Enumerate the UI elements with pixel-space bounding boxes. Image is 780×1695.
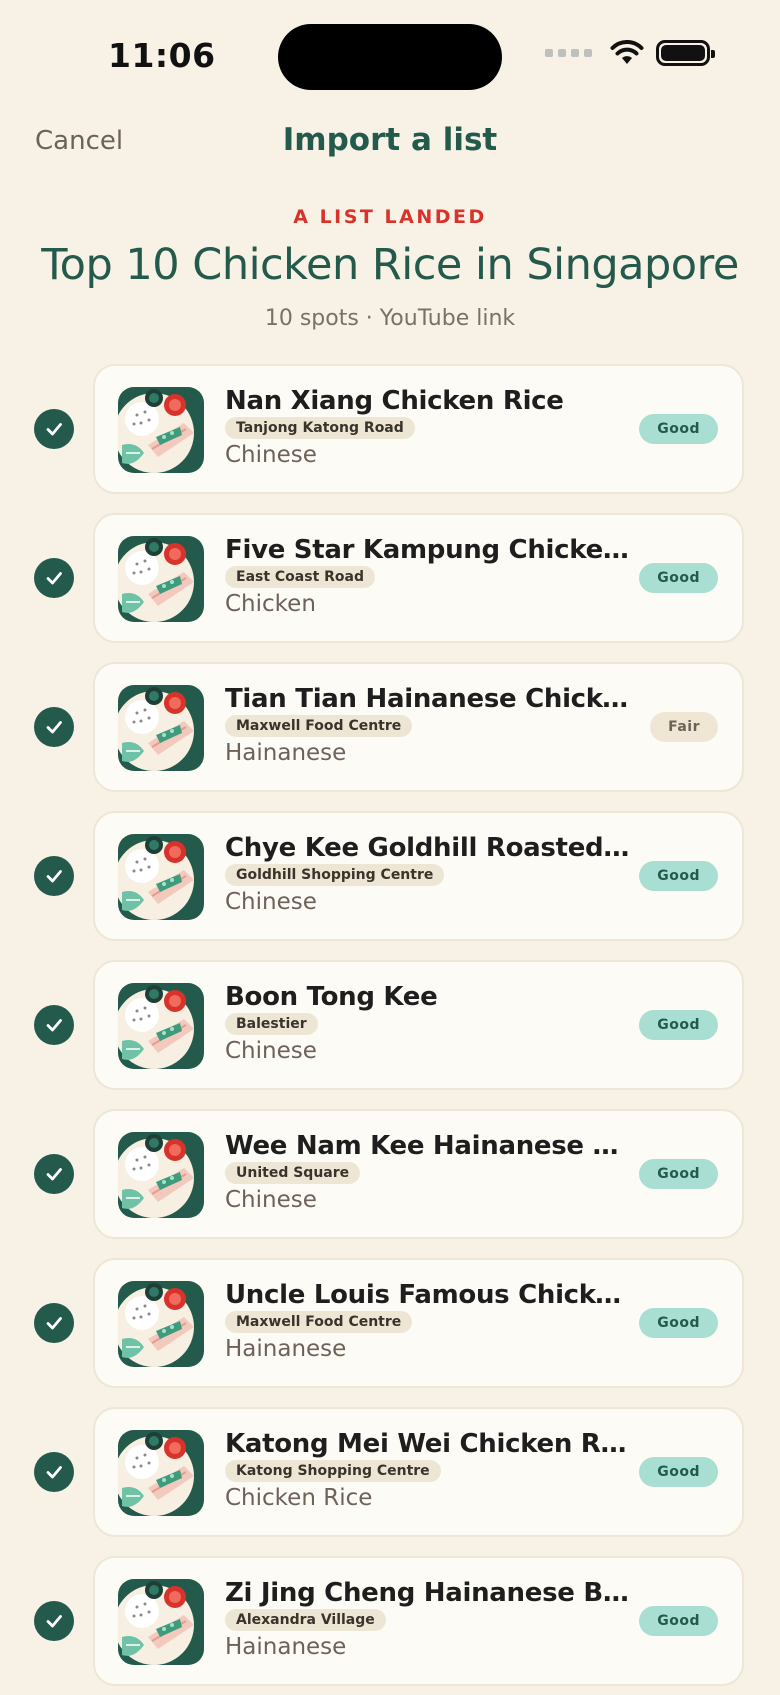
spot-row: Tian Tian Hainanese Chicken R... Maxwell… bbox=[0, 662, 780, 792]
checkmark-circle-icon[interactable] bbox=[34, 1303, 74, 1343]
spot-row: Uncle Louis Famous Chicken R... Maxwell … bbox=[0, 1258, 780, 1388]
spot-row: Wee Nam Kee Hainanese Chic... United Squ… bbox=[0, 1109, 780, 1239]
checkmark-circle-icon[interactable] bbox=[34, 856, 74, 896]
nav-bar: Cancel Import a list bbox=[0, 120, 780, 170]
rating-badge: Good bbox=[639, 1159, 718, 1189]
spot-card[interactable]: Boon Tong Kee Balestier Chinese Good bbox=[93, 960, 744, 1090]
status-icons bbox=[545, 40, 715, 66]
rating-badge: Fair bbox=[650, 712, 718, 742]
chicken-rice-plate-icon bbox=[118, 983, 204, 1069]
spot-name: Boon Tong Kee bbox=[225, 982, 438, 1012]
spot-card[interactable]: Chye Kee Goldhill Roasted Chi... Goldhil… bbox=[93, 811, 744, 941]
spot-row: Zi Jing Cheng Hainanese Bon... Alexandra… bbox=[0, 1556, 780, 1686]
chicken-rice-plate-icon bbox=[118, 1281, 204, 1367]
spot-name: Nan Xiang Chicken Rice bbox=[225, 386, 564, 416]
spot-cuisine: Chinese bbox=[225, 1187, 317, 1213]
spot-cuisine: Hainanese bbox=[225, 1336, 347, 1362]
spot-name: Tian Tian Hainanese Chicken R... bbox=[225, 684, 635, 714]
checkmark-circle-icon[interactable] bbox=[34, 707, 74, 747]
spot-location-chip: Goldhill Shopping Centre bbox=[225, 864, 445, 886]
rating-badge: Good bbox=[639, 414, 718, 444]
list-eyebrow: A LIST LANDED bbox=[293, 206, 487, 228]
spot-name: Zi Jing Cheng Hainanese Bon... bbox=[225, 1578, 635, 1608]
spot-name: Chye Kee Goldhill Roasted Chi... bbox=[225, 833, 635, 863]
spot-row: Nan Xiang Chicken Rice Tanjong Katong Ro… bbox=[0, 364, 780, 494]
spot-row: Boon Tong Kee Balestier Chinese Good bbox=[0, 960, 780, 1090]
rating-badge: Good bbox=[639, 1457, 718, 1487]
spot-location-chip: East Coast Road bbox=[225, 566, 376, 588]
spot-name: Katong Mei Wei Chicken Rice bbox=[225, 1429, 635, 1459]
spot-cuisine: Chicken Rice bbox=[225, 1485, 373, 1511]
spot-name: Uncle Louis Famous Chicken R... bbox=[225, 1280, 635, 1310]
rating-badge: Good bbox=[639, 1010, 718, 1040]
list-title: Top 10 Chicken Rice in Singapore bbox=[41, 240, 739, 290]
spot-location-chip: Tanjong Katong Road bbox=[225, 417, 415, 439]
chicken-rice-plate-icon bbox=[118, 834, 204, 920]
spot-location-chip: Balestier bbox=[225, 1013, 318, 1035]
spot-location-chip: Alexandra Village bbox=[225, 1609, 386, 1631]
dynamic-island bbox=[278, 24, 502, 90]
spot-card[interactable]: Uncle Louis Famous Chicken R... Maxwell … bbox=[93, 1258, 744, 1388]
rating-badge: Good bbox=[639, 1308, 718, 1338]
spot-location-chip: Maxwell Food Centre bbox=[225, 1311, 413, 1333]
chicken-rice-plate-icon bbox=[118, 1132, 204, 1218]
status-bar: 11:06 bbox=[0, 0, 780, 110]
spot-card[interactable]: Wee Nam Kee Hainanese Chic... United Squ… bbox=[93, 1109, 744, 1239]
checkmark-circle-icon[interactable] bbox=[34, 1452, 74, 1492]
checkmark-circle-icon[interactable] bbox=[34, 409, 74, 449]
chicken-rice-plate-icon bbox=[118, 387, 204, 473]
spot-cuisine: Hainanese bbox=[225, 1634, 347, 1660]
checkmark-circle-icon[interactable] bbox=[34, 1005, 74, 1045]
spot-name: Five Star Kampung Chicken Ri... bbox=[225, 535, 635, 565]
checkmark-circle-icon[interactable] bbox=[34, 558, 74, 598]
chicken-rice-plate-icon bbox=[118, 1430, 204, 1516]
battery-icon bbox=[656, 40, 715, 66]
spot-cuisine: Chinese bbox=[225, 889, 317, 915]
spot-cuisine: Chicken bbox=[225, 591, 316, 617]
spot-card[interactable]: Five Star Kampung Chicken Ri... East Coa… bbox=[93, 513, 744, 643]
spot-card[interactable]: Katong Mei Wei Chicken Rice Katong Shopp… bbox=[93, 1407, 744, 1537]
chicken-rice-plate-icon bbox=[118, 1579, 204, 1665]
checkmark-circle-icon[interactable] bbox=[34, 1154, 74, 1194]
spot-card[interactable]: Tian Tian Hainanese Chicken R... Maxwell… bbox=[93, 662, 744, 792]
cellular-signal-icon bbox=[545, 49, 592, 57]
list-meta: 10 spots · YouTube link bbox=[264, 306, 516, 331]
chicken-rice-plate-icon bbox=[118, 536, 204, 622]
spot-row: Five Star Kampung Chicken Ri... East Coa… bbox=[0, 513, 780, 643]
spot-card[interactable]: Nan Xiang Chicken Rice Tanjong Katong Ro… bbox=[93, 364, 744, 494]
rating-badge: Good bbox=[639, 563, 718, 593]
spot-row: Chye Kee Goldhill Roasted Chi... Goldhil… bbox=[0, 811, 780, 941]
spot-cuisine: Chinese bbox=[225, 1038, 317, 1064]
status-time: 11:06 bbox=[108, 36, 216, 75]
chicken-rice-plate-icon bbox=[118, 685, 204, 771]
wifi-icon bbox=[610, 40, 644, 64]
spot-location-chip: Maxwell Food Centre bbox=[225, 715, 413, 737]
spot-card[interactable]: Zi Jing Cheng Hainanese Bon... Alexandra… bbox=[93, 1556, 744, 1686]
nav-title: Import a list bbox=[282, 122, 498, 158]
spot-cuisine: Hainanese bbox=[225, 740, 347, 766]
checkmark-circle-icon[interactable] bbox=[34, 1601, 74, 1641]
spot-cuisine: Chinese bbox=[225, 442, 317, 468]
spot-name: Wee Nam Kee Hainanese Chic... bbox=[225, 1131, 635, 1161]
rating-badge: Good bbox=[639, 861, 718, 891]
spot-location-chip: Katong Shopping Centre bbox=[225, 1460, 441, 1482]
spot-location-chip: United Square bbox=[225, 1162, 361, 1184]
spot-row: Katong Mei Wei Chicken Rice Katong Shopp… bbox=[0, 1407, 780, 1537]
rating-badge: Good bbox=[639, 1606, 718, 1636]
